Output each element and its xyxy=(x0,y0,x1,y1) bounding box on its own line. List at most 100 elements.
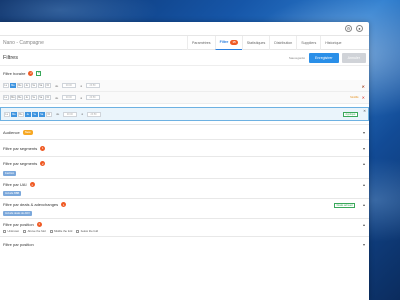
chevron-down-icon[interactable]: ▾ xyxy=(363,146,365,151)
to-label: à xyxy=(81,112,84,116)
save-button[interactable]: Enregistrer xyxy=(309,52,339,63)
day-toggle[interactable]: Me xyxy=(18,111,24,117)
delete-icon[interactable]: ✕ xyxy=(362,95,365,100)
day-toggle[interactable]: Ma xyxy=(10,95,16,100)
new-badge: New xyxy=(22,129,33,135)
day-toggle[interactable]: Ma xyxy=(11,111,17,117)
app-window: ⚙ ● Nano - Campagne Paramètres Filtre 15… xyxy=(0,22,369,300)
section-title: Filtre par position xyxy=(3,221,34,227)
section-header: Audience New ▾ xyxy=(3,125,366,139)
tab-historique[interactable]: Historique xyxy=(320,35,345,50)
tab-filtre[interactable]: Filtre 15 xyxy=(214,35,242,50)
tab-parametres[interactable]: Paramètres xyxy=(187,35,215,50)
count-badge: 1 xyxy=(36,221,42,227)
end-time-input[interactable]: 23:59 xyxy=(85,95,100,100)
cancel-button[interactable]: Annuler xyxy=(341,52,366,63)
audience-section[interactable]: Audience New ▾ xyxy=(0,125,369,140)
segment-chip[interactable]: Fashion xyxy=(3,171,17,176)
day-toggle[interactable]: Ve xyxy=(31,95,37,100)
hours-filter-header: Filtre horaire 2 + xyxy=(0,66,369,80)
breadcrumb[interactable]: Nano - Campagne xyxy=(3,40,183,46)
chevron-up-icon[interactable]: ▴ xyxy=(363,161,365,166)
tab-label: Suppliers xyxy=(301,40,317,45)
day-toggle[interactable]: Je xyxy=(24,95,30,100)
tab-statistiques[interactable]: Statistiques xyxy=(241,35,270,50)
day-toggle[interactable]: Di xyxy=(45,83,51,88)
section-title: Filtre par segments xyxy=(3,161,38,166)
hours-filter-section: Filtre horaire 2 + Lu Ma Me Je Ve Sa Di … xyxy=(0,66,369,125)
end-time-input[interactable]: 23:59 xyxy=(85,83,100,88)
tab-badge: 15 xyxy=(230,39,238,45)
position-option[interactable]: Unknown xyxy=(3,229,19,233)
day-toggle[interactable]: Lu xyxy=(3,83,9,88)
checkbox[interactable] xyxy=(3,229,6,233)
segments-filter-section-2[interactable]: Filtre par segments 2 ▴ Fashion xyxy=(0,157,369,179)
user-icon[interactable]: ● xyxy=(356,25,363,32)
section-header: Filtre par deals & adexchanges 1 Deals a… xyxy=(3,199,366,210)
day-toggle[interactable]: Sa xyxy=(38,83,44,88)
uai-filter-section[interactable]: Filtre par UAI 1 ▴ Include BBB xyxy=(0,179,369,199)
section-title: Filtre par UAI xyxy=(3,182,27,187)
chevron-up-icon[interactable]: ▴ xyxy=(363,222,365,227)
day-toggle[interactable]: Lu xyxy=(4,111,10,117)
tab-label: Historique xyxy=(325,40,342,45)
deals-chip[interactable]: Include deals de ADX xyxy=(3,211,32,216)
chevron-down-icon[interactable]: ▾ xyxy=(363,242,365,247)
day-toggle[interactable]: Di xyxy=(46,111,52,117)
top-bar: ⚙ ● xyxy=(0,22,369,36)
from-label: de xyxy=(55,95,59,100)
settings-icon[interactable]: ⚙ xyxy=(345,25,352,32)
uai-chip[interactable]: Include BBB xyxy=(3,191,22,196)
position-filter-section[interactable]: Filtre par position 1 ▴ Unknown Above th… xyxy=(0,219,369,237)
checkbox[interactable] xyxy=(49,229,53,233)
checkbox[interactable] xyxy=(76,229,80,233)
section-header: Filtre par segments 1 ▾ xyxy=(3,140,366,156)
row-actions: ✕ xyxy=(362,84,365,89)
delete-icon[interactable]: ✕ xyxy=(362,84,365,89)
start-time-input[interactable]: 00:00 xyxy=(61,83,76,88)
row-actions: Modifié ✕ xyxy=(350,95,365,100)
day-toggle[interactable]: Me xyxy=(17,83,23,88)
option-label: Above the fold xyxy=(27,229,46,233)
page-header: Nano - Campagne Paramètres Filtre 15 Sta… xyxy=(0,35,369,50)
position-options: Unknown Above the fold Middle the fold b… xyxy=(3,229,366,236)
segments-filter-section[interactable]: Filtre par segments 1 ▾ xyxy=(0,140,369,157)
tab-label: Paramètres xyxy=(192,40,211,45)
add-icon[interactable]: + xyxy=(36,70,42,76)
close-icon[interactable]: ✕ xyxy=(363,109,366,113)
section-header: Filtre par UAI 1 ▴ xyxy=(3,179,366,190)
day-toggle[interactable]: Ve xyxy=(31,83,37,88)
row-actions: Appliqué xyxy=(342,111,358,117)
end-time-input[interactable]: 23:59 xyxy=(86,111,101,117)
day-toggle[interactable]: Je xyxy=(24,83,30,88)
to-label: à xyxy=(80,83,83,88)
start-time-input[interactable]: 00:00 xyxy=(62,111,77,117)
day-toggle[interactable]: Sa xyxy=(38,95,44,100)
chevron-down-icon[interactable]: ▾ xyxy=(363,130,365,135)
option-label: Middle the fold xyxy=(54,229,73,233)
checkbox[interactable] xyxy=(23,229,27,233)
tab-suppliers[interactable]: Suppliers xyxy=(296,35,320,50)
day-toggle[interactable]: Lu xyxy=(3,95,9,100)
deals-tag: Deals ad lead xyxy=(334,203,355,208)
start-time-input[interactable]: 00:00 xyxy=(61,95,76,100)
count-badge: 1 xyxy=(61,202,67,207)
section-title: Filtre horaire xyxy=(3,70,26,76)
page-title: Filtres xyxy=(3,54,18,61)
to-label: à xyxy=(80,95,83,100)
chevron-up-icon[interactable]: ▴ xyxy=(363,202,365,207)
position-option[interactable]: Middle the fold xyxy=(49,229,73,233)
chevron-up-icon[interactable]: ▴ xyxy=(363,182,365,187)
day-toggle[interactable]: Me xyxy=(17,95,23,100)
position-filter-section-2[interactable]: Filtre par position ▾ xyxy=(0,237,369,251)
day-toggle[interactable]: Sa xyxy=(39,111,45,117)
day-toggle[interactable]: Ve xyxy=(32,111,38,117)
deals-filter-section[interactable]: Filtre par deals & adexchanges 1 Deals a… xyxy=(0,199,369,219)
tab-label: Filtre xyxy=(219,40,229,44)
position-option[interactable]: below the fold xyxy=(76,229,98,233)
day-toggle[interactable]: Ma xyxy=(10,83,16,88)
day-toggle[interactable]: Je xyxy=(25,111,31,117)
day-toggle[interactable]: Di xyxy=(45,95,51,100)
position-option[interactable]: Above the fold xyxy=(23,229,46,233)
tab-distribution[interactable]: Distribution xyxy=(269,35,296,50)
